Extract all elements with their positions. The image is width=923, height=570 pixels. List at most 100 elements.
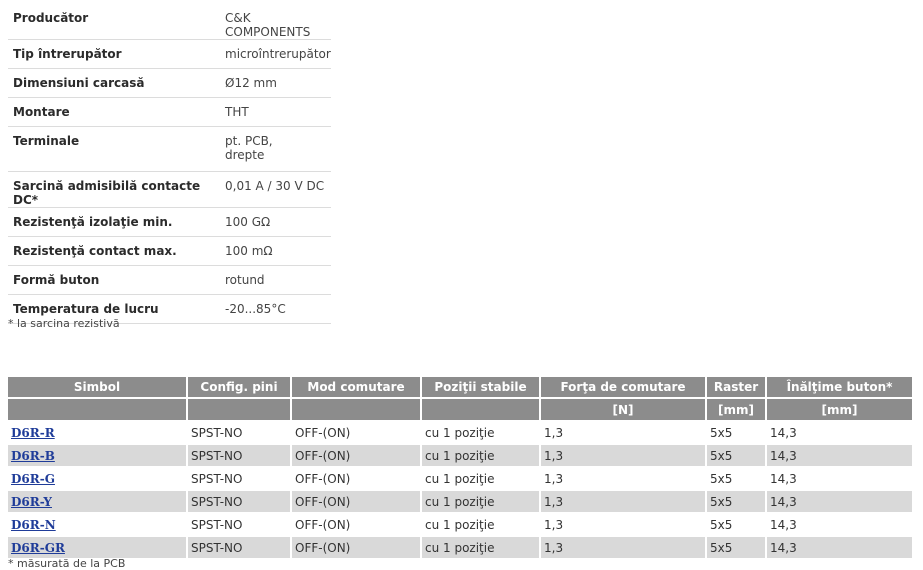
spec-value: 0,01 A / 30 V DC <box>219 171 331 208</box>
table-cell: SPST-NO <box>187 443 292 467</box>
table-cell: 5x5 <box>706 443 767 467</box>
column-unit: [mm] <box>706 397 767 421</box>
product-link[interactable]: D6R-Y <box>11 495 52 509</box>
units-row: [N] [mm] [mm] <box>8 397 912 421</box>
spec-row: Tip întrerupător microîntrerupător <box>8 39 331 69</box>
spec-row: Rezistenţă contact max. 100 mΩ <box>8 236 331 266</box>
spec-value: Ø12 mm <box>219 68 331 98</box>
column-unit <box>8 397 188 421</box>
spec-key: Tip întrerupător <box>8 39 219 69</box>
column-header: Config. pini <box>187 377 292 398</box>
table-cell: cu 1 poziţie <box>421 420 541 444</box>
table-cell: 5x5 <box>706 512 767 536</box>
product-link[interactable]: D6R-GR <box>11 541 65 555</box>
table-cell: 1,3 <box>540 466 707 490</box>
spec-value: THT <box>219 97 331 127</box>
symbol-cell: D6R-G <box>8 466 188 490</box>
spec-key: Terminale <box>8 126 219 172</box>
spec-row: Formă buton rotund <box>8 265 331 295</box>
table-cell: 1,3 <box>540 420 707 444</box>
table-cell: cu 1 poziţie <box>421 489 541 513</box>
table-cell: 14,3 <box>766 466 912 490</box>
spec-value-line: pt. PCB, <box>225 134 273 148</box>
table-cell: cu 1 poziţie <box>421 443 541 467</box>
table-row: D6R-G SPST-NO OFF-(ON) cu 1 poziţie 1,3 … <box>8 466 912 490</box>
spec-value: 100 GΩ <box>219 207 331 237</box>
spec-row: Producător C&K COMPONENTS <box>8 4 331 40</box>
table-row: D6R-Y SPST-NO OFF-(ON) cu 1 poziţie 1,3 … <box>8 489 912 513</box>
spec-value-line: drepte <box>225 148 265 162</box>
spec-key: Sarcină admisibilă contacte DC* <box>8 171 219 208</box>
spec-key: Montare <box>8 97 219 127</box>
table-cell: 14,3 <box>766 489 912 513</box>
table-row: D6R-R SPST-NO OFF-(ON) cu 1 poziţie 1,3 … <box>8 420 912 444</box>
product-table: Simbol Config. pini Mod comutare Poziţii… <box>8 377 912 558</box>
spec-value: 100 mΩ <box>219 236 331 266</box>
header-row: Simbol Config. pini Mod comutare Poziţii… <box>8 377 912 398</box>
symbol-cell: D6R-Y <box>8 489 188 513</box>
column-header: Mod comutare <box>291 377 422 398</box>
spec-table: Producător C&K COMPONENTS Tip întrerupăto… <box>8 4 331 324</box>
column-unit: [N] <box>540 397 707 421</box>
table-row: D6R-N SPST-NO OFF-(ON) cu 1 poziţie 1,3 … <box>8 512 912 536</box>
table-cell: OFF-(ON) <box>291 489 422 513</box>
column-header: Raster <box>706 377 767 398</box>
spec-value: rotund <box>219 265 331 295</box>
table-cell: 14,3 <box>766 443 912 467</box>
spec-footnote: * la sarcina rezistivă <box>8 317 120 330</box>
table-cell: OFF-(ON) <box>291 535 422 558</box>
table-cell: cu 1 poziţie <box>421 512 541 536</box>
table-cell: SPST-NO <box>187 489 292 513</box>
column-header: Înălţime buton* <box>766 377 912 398</box>
table-cell: SPST-NO <box>187 535 292 558</box>
table-cell: 14,3 <box>766 512 912 536</box>
symbol-cell: D6R-R <box>8 420 188 444</box>
spec-row: Sarcină admisibilă contacte DC* 0,01 A / … <box>8 171 331 208</box>
spec-value: C&K COMPONENTS <box>219 4 331 40</box>
table-cell: 1,3 <box>540 535 707 558</box>
spec-value: -20...85°C <box>219 294 331 324</box>
spec-key: Producător <box>8 4 219 40</box>
spec-row: Dimensiuni carcasă Ø12 mm <box>8 68 331 98</box>
table-cell: OFF-(ON) <box>291 466 422 490</box>
table-cell: cu 1 poziţie <box>421 466 541 490</box>
table-row: D6R-GR SPST-NO OFF-(ON) cu 1 poziţie 1,3… <box>8 535 912 558</box>
product-link[interactable]: D6R-B <box>11 449 55 463</box>
symbol-cell: D6R-N <box>8 512 188 536</box>
column-unit: [mm] <box>766 397 912 421</box>
table-cell: 14,3 <box>766 535 912 558</box>
table-cell: OFF-(ON) <box>291 443 422 467</box>
column-unit <box>421 397 541 421</box>
product-link[interactable]: D6R-R <box>11 426 55 440</box>
table-cell: SPST-NO <box>187 420 292 444</box>
spec-key: Rezistenţă izolaţie min. <box>8 207 219 237</box>
spec-key: Rezistenţă contact max. <box>8 236 219 266</box>
table-cell: 5x5 <box>706 489 767 513</box>
table-cell: 14,3 <box>766 420 912 444</box>
table-row: D6R-B SPST-NO OFF-(ON) cu 1 poziţie 1,3 … <box>8 443 912 467</box>
table-cell: SPST-NO <box>187 512 292 536</box>
table-cell: OFF-(ON) <box>291 420 422 444</box>
spec-key: Dimensiuni carcasă <box>8 68 219 98</box>
table-cell: SPST-NO <box>187 466 292 490</box>
table-cell: cu 1 poziţie <box>421 535 541 558</box>
spec-value: microîntrerupător <box>219 39 331 69</box>
column-unit <box>291 397 422 421</box>
table-cell: OFF-(ON) <box>291 512 422 536</box>
symbol-cell: D6R-GR <box>8 535 188 558</box>
table-cell: 1,3 <box>540 512 707 536</box>
spec-row: Rezistenţă izolaţie min. 100 GΩ <box>8 207 331 237</box>
symbol-cell: D6R-B <box>8 443 188 467</box>
product-footnote: * măsurată de la PCB <box>8 557 126 570</box>
column-header: Forţa de comutare <box>540 377 707 398</box>
table-cell: 1,3 <box>540 489 707 513</box>
spec-row: Terminale pt. PCB, drepte <box>8 126 331 172</box>
spec-value: pt. PCB, drepte <box>219 126 331 172</box>
product-link[interactable]: D6R-G <box>11 472 55 486</box>
column-header: Poziţii stabile <box>421 377 541 398</box>
spec-key: Formă buton <box>8 265 219 295</box>
table-cell: 5x5 <box>706 535 767 558</box>
table-cell: 5x5 <box>706 466 767 490</box>
spec-row: Montare THT <box>8 97 331 127</box>
product-link[interactable]: D6R-N <box>11 518 56 532</box>
